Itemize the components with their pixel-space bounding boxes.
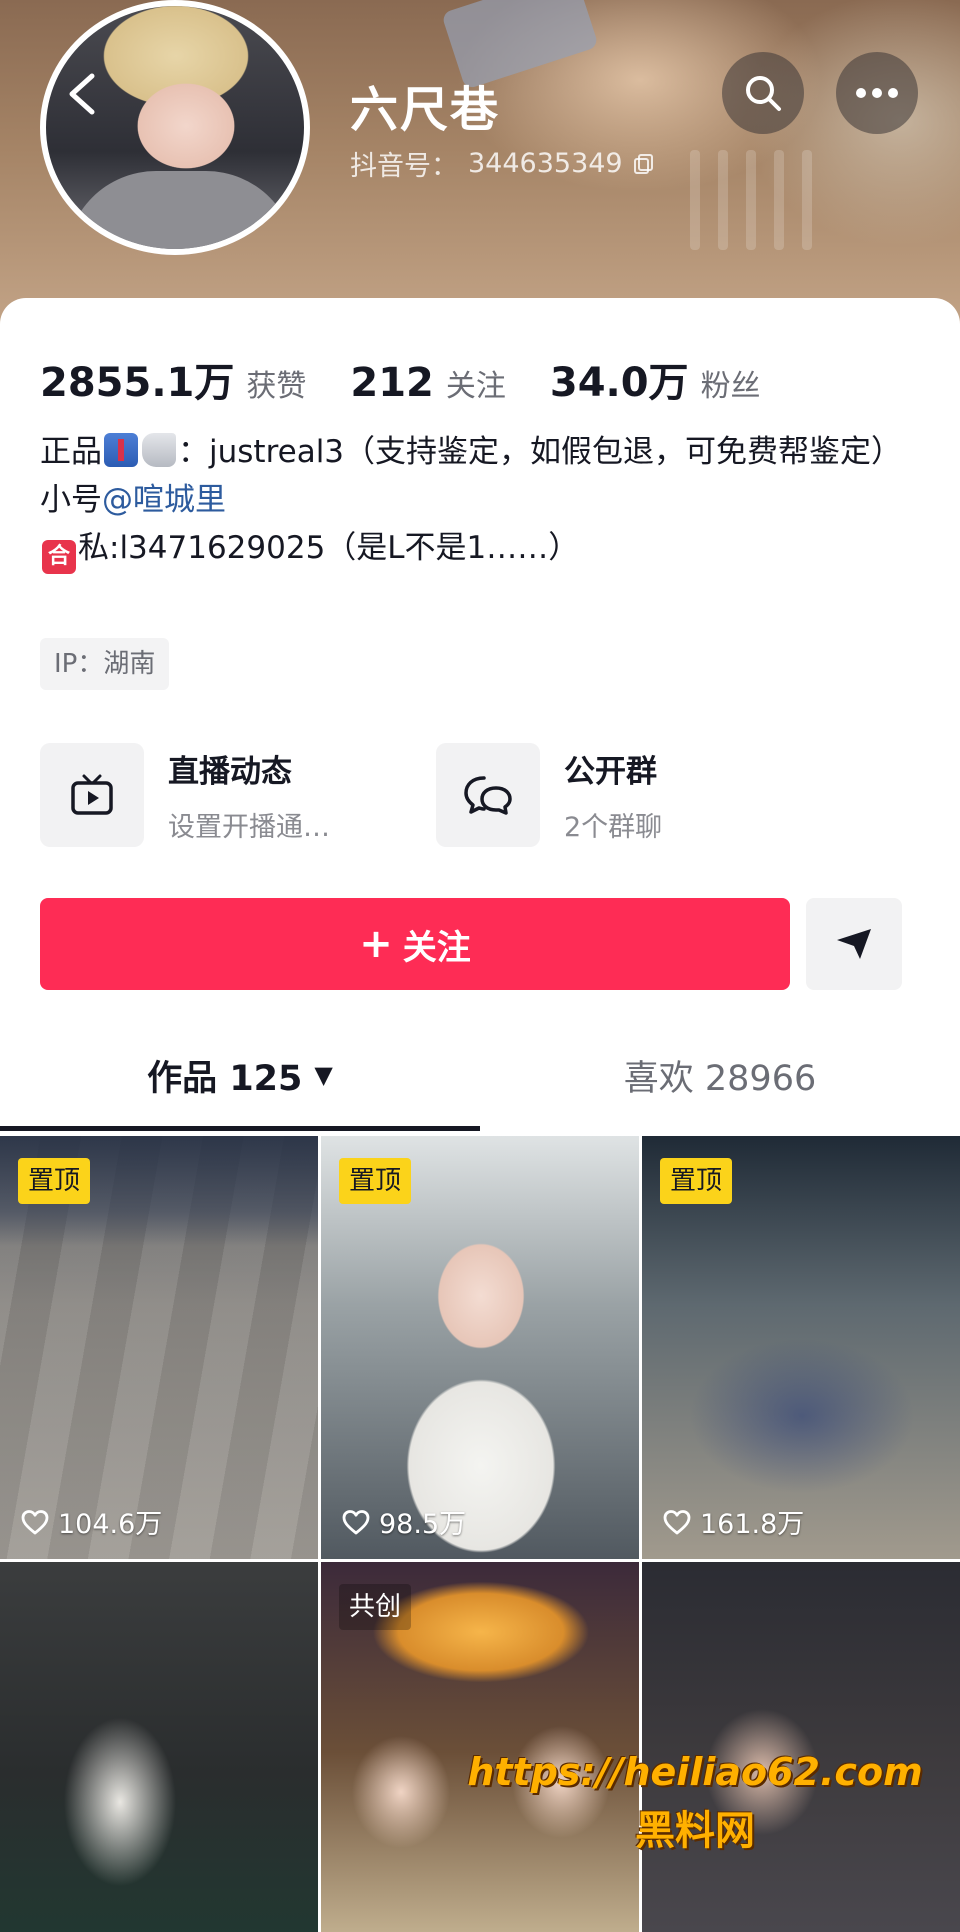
search-icon [746,76,781,111]
co-creation-badge: 共创 [339,1584,412,1630]
public-group-entry[interactable]: 公开群 2个群聊 [436,743,662,847]
bio: 正品 ：justreal3（支持鉴定，如假包退，可免费帮鉴定） 小号@喧城里 合私… [40,428,920,574]
profile-name: 六尺巷 [350,82,501,138]
video-tile[interactable]: 共创 [321,1562,639,1932]
send-arrow-icon [837,929,871,959]
video-tile[interactable]: 置顶 104.6万 [0,1136,318,1559]
chevron-left-icon [69,73,95,115]
bio-line-1: 正品 ：justreal3（支持鉴定，如假包退，可免费帮鉴定） [40,433,903,470]
likes-count: 2855.1万 [40,360,235,406]
tv-icon [71,774,113,815]
caret-down-icon: ▼ [314,1061,333,1089]
watermark-url: https://heiliao62.com [467,1750,923,1794]
douyin-id-value: 344635349 [468,148,623,179]
sneaker-emoji-icon [142,433,176,467]
live-updates-subtitle: 设置开播通… [168,812,330,843]
douyin-id-label: 抖音号： [350,151,458,182]
public-group-subtitle: 2个群聊 [564,812,663,843]
group-chat-icon [464,776,512,815]
plus-icon: + [359,921,393,967]
ip-location-tag: IP：湖南 [40,638,170,690]
watermark: https://heiliao62.com 黑料网 [455,1750,935,1856]
followers-count[interactable]: 34.0万 [550,350,689,408]
video-tile[interactable]: 置顶 98.5万 [321,1136,639,1559]
avatar[interactable] [40,0,310,255]
heart-icon [663,1509,691,1534]
heart-icon [21,1509,49,1534]
following-label[interactable]: 关注 [446,361,506,405]
tab-likes-label: 喜欢 28966 [623,1058,817,1099]
douyin-id[interactable]: 抖音号： 344635349 [350,144,655,183]
tab-works-label: 作品 125 [147,1058,303,1099]
public-group-title: 公开群 [564,754,657,790]
more-button[interactable] [836,52,918,134]
tab-likes[interactable]: 喜欢 28966 [480,1020,960,1130]
heart-icon [342,1509,370,1534]
live-updates-entry[interactable]: 直播动态 设置开播通… [40,743,330,847]
video-tile[interactable]: 置顶 161.8万 [642,1136,960,1559]
back-button[interactable] [52,64,112,124]
follow-label: 关注 [402,927,471,968]
following-count[interactable]: 212 [350,360,434,406]
followers-label[interactable]: 粉丝 [701,361,761,405]
share-button[interactable] [806,898,902,990]
pinned-badge: 置顶 [18,1158,91,1204]
pinned-badge: 置顶 [660,1158,733,1204]
live-updates-title: 直播动态 [168,754,292,790]
he-emoji-icon: 合 [42,540,76,574]
pinned-badge: 置顶 [339,1158,412,1204]
bio-line-3: 合私:l3471629025（是L不是1……） [40,524,920,574]
watermark-cn: 黑料网 [635,1808,755,1854]
stats-row: 2855.1万 获赞 212 关注 34.0万 粉丝 [40,350,805,408]
likes-label: 获赞 [246,369,307,404]
search-button[interactable] [722,52,804,134]
follow-button[interactable]: + 关注 [40,898,790,990]
active-tab-indicator [0,1126,480,1131]
video-tile[interactable] [0,1562,318,1932]
video-tile[interactable] [642,1562,960,1932]
profile-card: 2855.1万 获赞 212 关注 34.0万 粉丝 正品 ：justreal3（… [0,298,960,1932]
alt-account-link[interactable]: @喧城里 [102,482,226,518]
bio-line-2: 小号@喧城里 [40,482,226,518]
copy-icon[interactable] [633,153,655,175]
content-tabs: 作品 125 ▼ 喜欢 28966 [0,1020,960,1130]
more-icon [856,88,898,98]
tab-works[interactable]: 作品 125 ▼ [0,1020,480,1130]
video-likes: 161.8万 [662,1502,804,1541]
video-likes: 104.6万 [20,1502,162,1541]
video-likes: 98.5万 [341,1502,466,1541]
suit-emoji-icon [104,433,138,467]
